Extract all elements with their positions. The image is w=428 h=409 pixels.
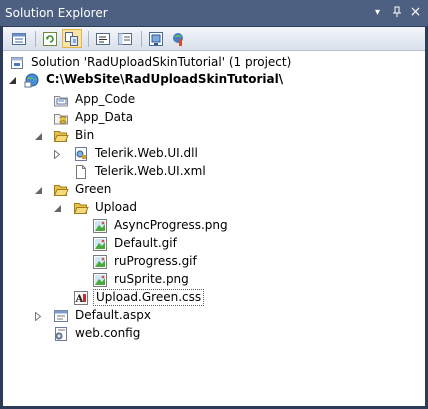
- pin-icon[interactable]: [390, 5, 403, 19]
- document-icon: [76, 164, 86, 179]
- tree-item-default-aspx[interactable]: Default.aspx: [53, 307, 153, 324]
- tree-item-label: AsyncProgress.png: [114, 218, 228, 232]
- collapse-arrow-icon[interactable]: [33, 185, 43, 195]
- view-designer-button[interactable]: [115, 29, 135, 48]
- open-folder-icon: [53, 184, 69, 196]
- refresh-icon: [43, 31, 57, 46]
- image-file-icon: [93, 254, 107, 269]
- toolbar-separator: [35, 30, 36, 47]
- image-file-icon: [93, 272, 107, 287]
- stylesheet-icon: A: [74, 290, 88, 305]
- tree-item-app-data[interactable]: App_Data: [53, 109, 135, 126]
- tree-item-label: Default.gif: [114, 236, 177, 250]
- tree-item-label: Upload: [95, 200, 138, 214]
- tree-item-label: ruProgress.gif: [114, 254, 197, 268]
- tree-item-label: ruSprite.png: [114, 272, 189, 286]
- expand-arrow-icon[interactable]: [33, 311, 43, 321]
- image-file-icon: [93, 218, 107, 233]
- window-controls: ▾ ×: [371, 4, 422, 20]
- toolbar: [3, 27, 425, 51]
- tree-item-solution[interactable]: Solution 'RadUploadSkinTutorial' (1 proj…: [9, 54, 293, 71]
- properties-icon: [12, 32, 26, 45]
- special-folder-icon: [54, 95, 68, 106]
- special-folder-icon: [54, 113, 68, 124]
- asp-net-configuration-icon: [173, 32, 183, 46]
- tree-item-bin[interactable]: Bin: [53, 127, 96, 144]
- tree-item-label: App_Data: [75, 110, 134, 124]
- tree-item-label: C:\WebSite\RadUploadSkinTutorial\: [46, 72, 284, 86]
- copy-website-button[interactable]: [146, 29, 166, 48]
- open-folder-icon: [53, 130, 69, 142]
- tree-item-label: Telerik.Web.UI.dll: [95, 146, 198, 160]
- toolbar-separator: [141, 30, 142, 47]
- tree-item-label: Default.aspx: [75, 308, 151, 322]
- nest-related-files-icon: [65, 31, 78, 46]
- expand-arrow-icon[interactable]: [52, 149, 62, 159]
- collapse-arrow-icon[interactable]: [7, 75, 17, 85]
- title-bar: Solution Explorer ▾ ×: [0, 0, 428, 26]
- tree-item-ruprogress[interactable]: ruProgress.gif: [92, 253, 199, 270]
- tree-item-telerik-xml[interactable]: Telerik.Web.UI.xml: [73, 163, 208, 180]
- tree-item-green[interactable]: Green: [53, 181, 113, 198]
- website-project-icon: [24, 73, 39, 87]
- toolbar-separator: [88, 30, 89, 47]
- tree-item-asyncprogress[interactable]: AsyncProgress.png: [92, 217, 230, 234]
- collapse-arrow-icon[interactable]: [52, 203, 62, 213]
- collapse-arrow-icon[interactable]: [33, 131, 43, 141]
- tree-item-label: Upload.Green.css: [93, 289, 205, 306]
- copy-website-icon: [149, 31, 163, 46]
- tree-item-web-config[interactable]: web.config: [53, 325, 142, 342]
- tree-item-app-code[interactable]: App_Code: [53, 91, 137, 108]
- tree-item-label: Solution 'RadUploadSkinTutorial' (1 proj…: [31, 55, 292, 69]
- tree-item-rusprite[interactable]: ruSprite.png: [92, 271, 191, 288]
- svg-text:A: A: [75, 294, 84, 305]
- dropdown-arrow-icon[interactable]: ▾: [371, 5, 384, 19]
- view-designer-icon: [118, 32, 132, 45]
- tree-item-label: Telerik.Web.UI.xml: [95, 164, 206, 178]
- image-file-icon: [93, 236, 107, 251]
- properties-button[interactable]: [9, 29, 29, 48]
- assembly-reference-icon: [75, 146, 87, 161]
- open-folder-icon: [73, 202, 89, 214]
- web-form-icon: [54, 309, 68, 322]
- tree-item-telerik-dll[interactable]: Telerik.Web.UI.dll: [73, 145, 200, 162]
- tree-item-upload-folder[interactable]: Upload: [73, 199, 139, 216]
- refresh-button[interactable]: [40, 29, 60, 48]
- tree-item-project[interactable]: C:\WebSite\RadUploadSkinTutorial\: [24, 71, 285, 88]
- view-code-icon: [96, 32, 110, 45]
- tree-item-upload-green-css[interactable]: A Upload.Green.css: [73, 289, 205, 306]
- asp-net-configuration-button[interactable]: [168, 29, 188, 48]
- close-icon[interactable]: ×: [409, 4, 422, 20]
- tree-item-default-gif[interactable]: Default.gif: [92, 235, 179, 252]
- solution-icon: [11, 56, 23, 69]
- nest-related-files-button[interactable]: [62, 29, 82, 48]
- tree-item-label: Bin: [75, 128, 95, 142]
- tree-item-label: web.config: [75, 326, 141, 340]
- tree-item-label: App_Code: [75, 92, 136, 106]
- config-file-icon: [55, 326, 67, 341]
- solution-tree: Solution 'RadUploadSkinTutorial' (1 proj…: [3, 51, 425, 406]
- view-code-button[interactable]: [93, 29, 113, 48]
- window-title: Solution Explorer: [5, 6, 108, 20]
- tree-item-label: Green: [75, 182, 112, 196]
